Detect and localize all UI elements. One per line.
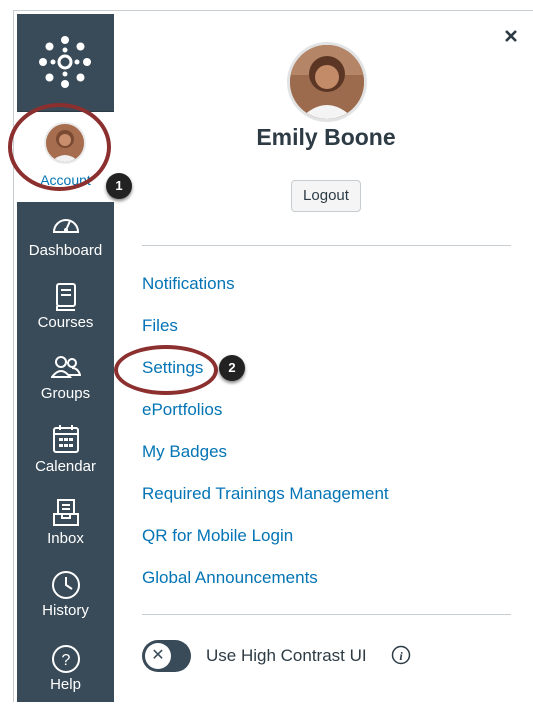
high-contrast-toggle[interactable]: ✕ <box>142 640 191 672</box>
inbox-icon <box>53 499 79 526</box>
logout-button[interactable]: Logout <box>291 180 361 212</box>
groups-icon <box>51 356 81 378</box>
nav-item-account[interactable]: Account <box>17 112 114 202</box>
link-files[interactable]: Files <box>142 316 178 336</box>
user-name: Emily Boone <box>256 124 396 150</box>
nav-item-inbox[interactable]: Inbox <box>17 492 114 564</box>
dashboard-icon <box>52 219 80 233</box>
link-eportfolios[interactable]: ePortfolios <box>142 400 222 420</box>
nav-item-inbox-label: Inbox <box>47 530 84 547</box>
nav-item-groups[interactable]: Groups <box>17 347 114 419</box>
svg-text:i: i <box>399 649 403 663</box>
annotation-badge-1: 1 <box>106 173 132 199</box>
courses-icon <box>56 283 76 311</box>
nav-item-history-label: History <box>42 602 89 619</box>
nav-item-courses[interactable]: Courses <box>17 276 114 348</box>
nav-item-account-label: Account <box>40 172 91 188</box>
info-icon: i <box>391 645 411 665</box>
calendar-icon <box>53 425 79 453</box>
link-settings[interactable]: Settings <box>142 358 203 378</box>
nav-item-calendar[interactable]: Calendar <box>17 418 114 490</box>
divider-top <box>142 245 511 246</box>
annotation-badge-2: 2 <box>219 355 245 381</box>
link-required-trainings[interactable]: Required Trainings Management <box>142 484 389 504</box>
close-button[interactable] <box>503 28 525 50</box>
close-icon <box>505 30 517 42</box>
global-nav: Account Dashboard Courses Groups Calenda… <box>17 14 114 702</box>
divider-bottom <box>142 614 511 615</box>
canvas-logo-icon <box>39 36 91 88</box>
user-avatar <box>287 42 367 122</box>
nav-item-groups-label: Groups <box>40 385 91 402</box>
svg-text:?: ? <box>62 652 71 669</box>
history-icon <box>52 571 80 599</box>
nav-item-history[interactable]: History <box>17 564 114 636</box>
info-button[interactable]: i <box>391 645 411 665</box>
nav-item-help-label: Help <box>50 676 81 693</box>
toggle-off-icon: ✕ <box>145 643 171 669</box>
high-contrast-label: Use High Contrast UI <box>206 646 367 665</box>
canvas-logo[interactable] <box>17 14 114 112</box>
nav-item-courses-label: Courses <box>37 314 94 331</box>
avatar <box>44 122 86 164</box>
link-notifications[interactable]: Notifications <box>142 274 235 294</box>
nav-item-calendar-label: Calendar <box>35 458 96 475</box>
nav-item-help[interactable]: ? Help <box>17 638 114 710</box>
nav-item-dashboard-label: Dashboard <box>28 242 103 259</box>
help-icon: ? <box>52 645 80 673</box>
link-global-announcements[interactable]: Global Announcements <box>142 568 318 588</box>
link-qr-mobile-login[interactable]: QR for Mobile Login <box>142 526 293 546</box>
link-my-badges[interactable]: My Badges <box>142 442 227 462</box>
nav-item-dashboard[interactable]: Dashboard <box>17 204 114 276</box>
